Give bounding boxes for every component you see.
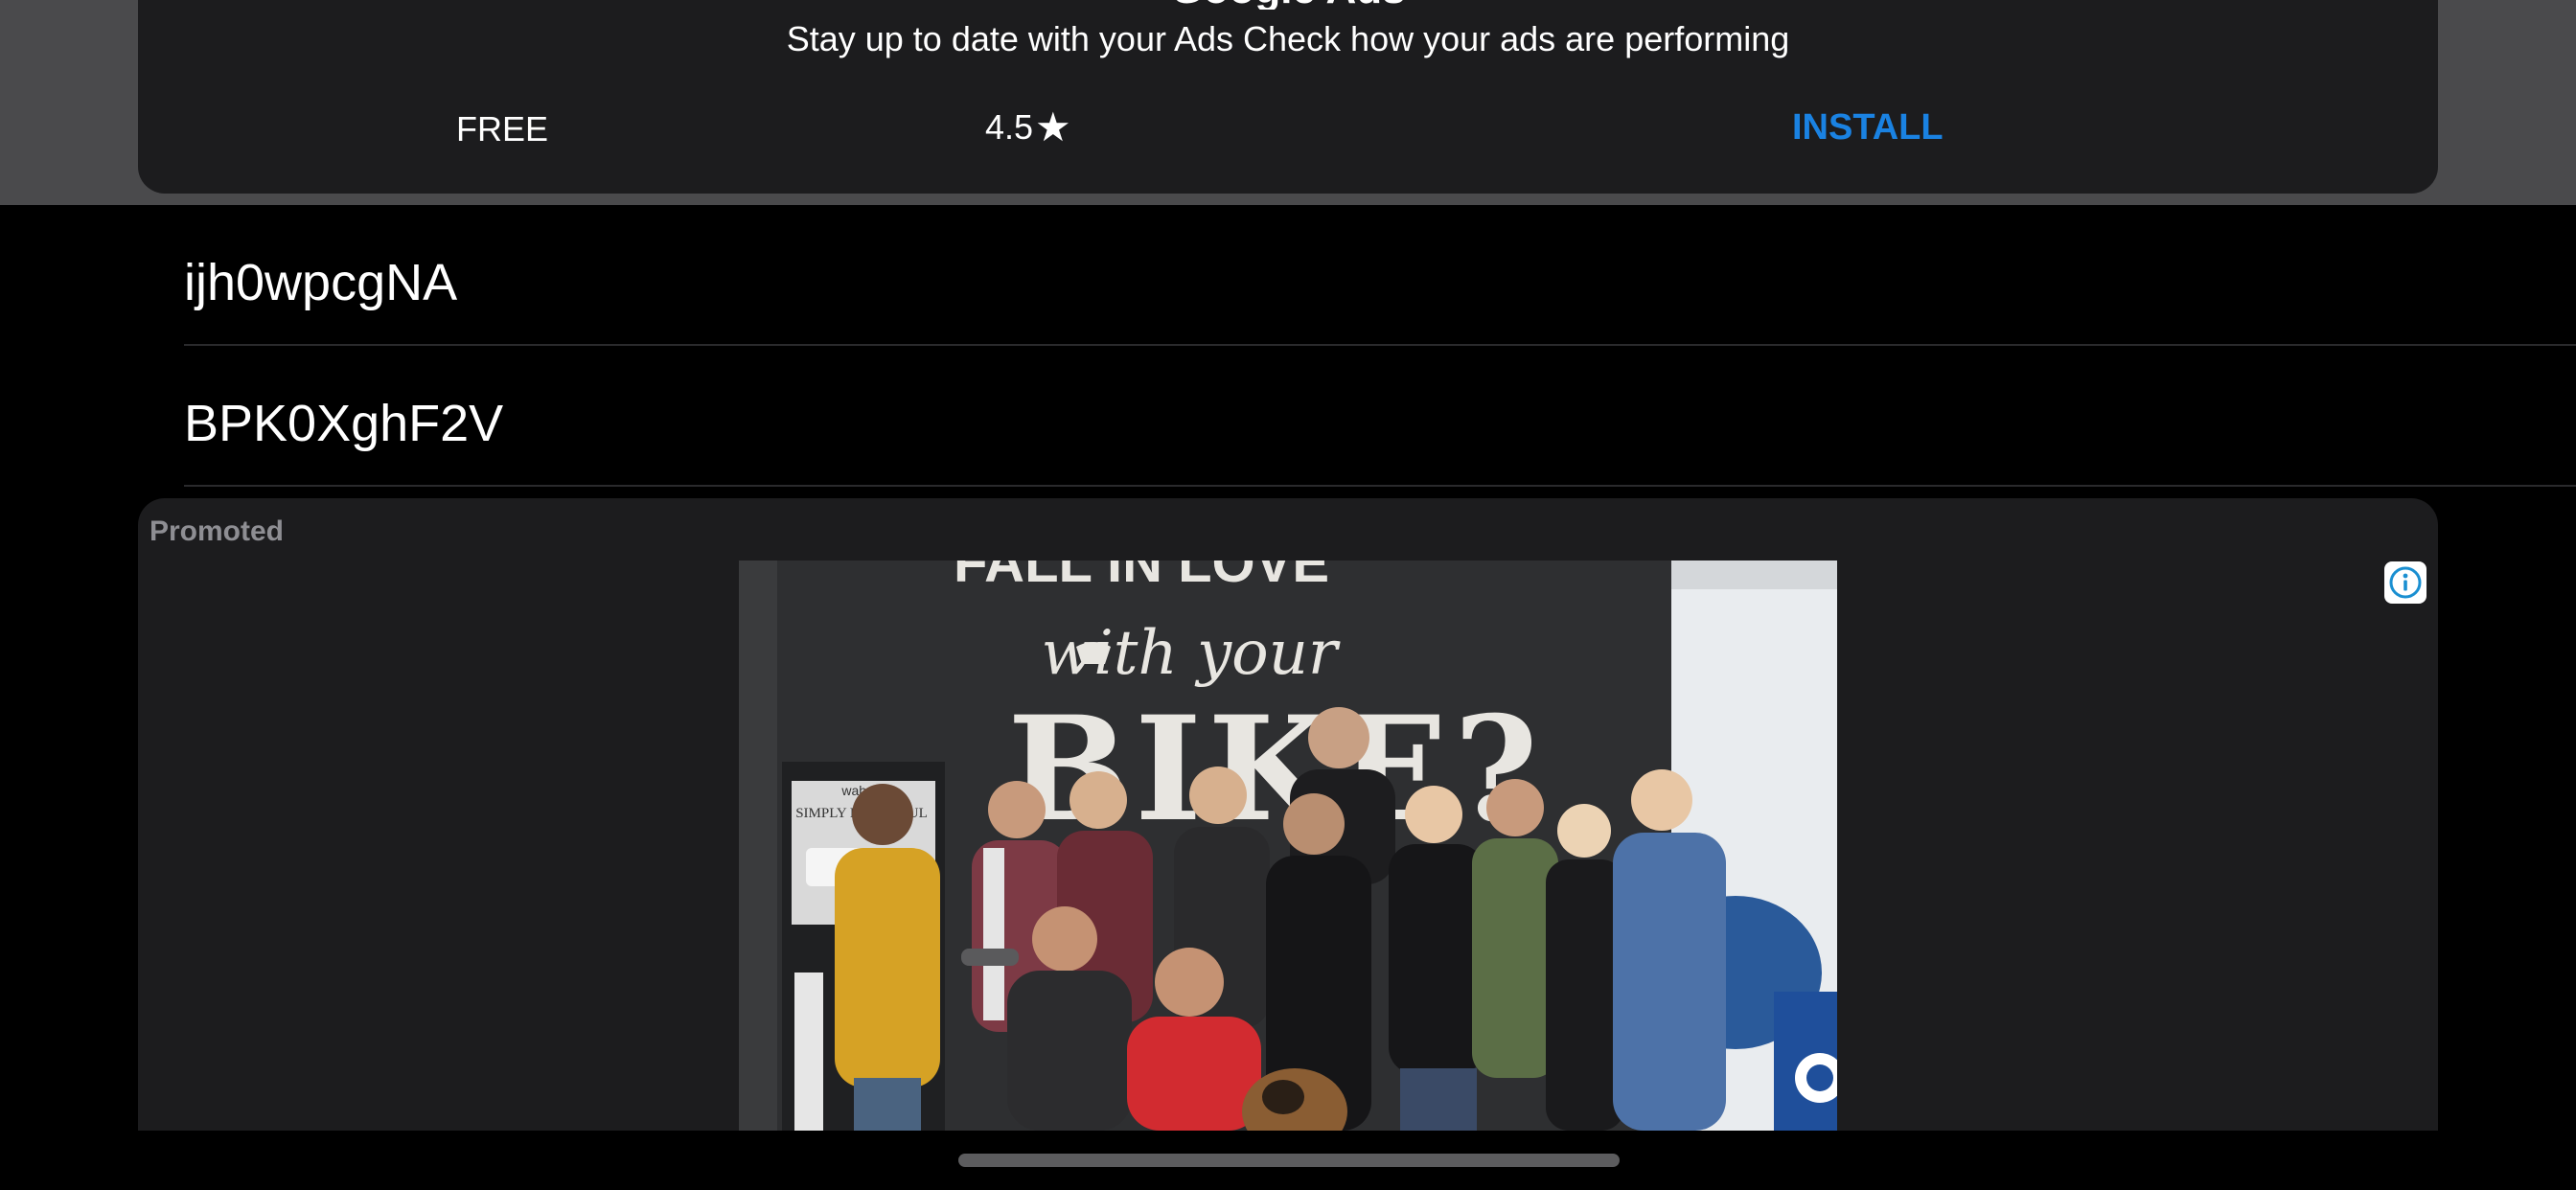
promoted-label: Promoted [150,515,285,547]
top-ad-title: Google Ads [138,0,2438,10]
wall-text-top: FALL IN LOVE [954,561,1329,594]
list-item-label: ijh0wpcgNA [184,254,458,311]
top-ad-title-clip: Google Ads [138,0,2438,10]
home-indicator[interactable] [958,1154,1620,1167]
top-ad-card[interactable]: Google Ads Stay up to date with your Ads… [138,0,2438,194]
top-ad-subtitle: Stay up to date with your Ads Check how … [786,19,1790,58]
install-button[interactable]: INSTALL [1792,107,1944,149]
list-item[interactable]: ijh0wpcgNA [184,205,2576,346]
list-item[interactable]: BPK0XghF2V [184,346,2576,487]
info-icon[interactable] [2384,561,2426,604]
top-ad-rating: 4.5 ★ [985,107,1071,148]
star-icon: ★ [1035,104,1071,149]
wall-text-big: BIKE? [1007,685,1544,854]
app-screen: Google Ads Stay up to date with your Ads… [0,0,2576,1190]
top-ad-price: FREE [456,109,549,149]
list-item-label: BPK0XghF2V [184,395,504,452]
ad-photo[interactable]: FALL IN LOVE with your BIKE? wahoo SIMPL… [739,561,1837,1131]
promoted-ad-card[interactable]: Promoted FALL IN LOVE with your BIKE? wa… [138,498,2438,1131]
rating-value: 4.5 [985,107,1034,147]
